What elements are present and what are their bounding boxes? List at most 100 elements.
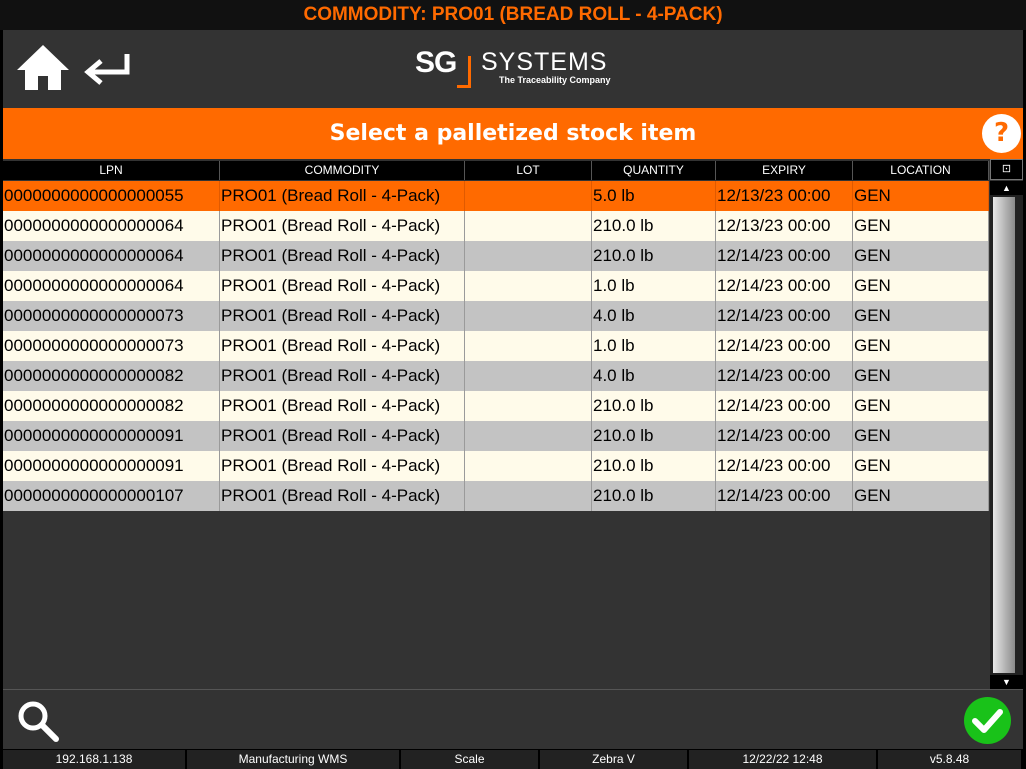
cell-expiry: 12/14/23 00:00 — [716, 271, 853, 301]
table-header: LPN COMMODITY LOT QUANTITY EXPIRY LOCATI… — [3, 161, 989, 180]
table-row[interactable]: 0000000000000000073 PRO01 (Bread Roll - 4… — [3, 331, 989, 361]
logo-tagline: The Traceability Company — [499, 75, 611, 85]
cell-lot — [465, 241, 592, 271]
table-row[interactable]: 0000000000000000082 PRO01 (Bread Roll - 4… — [3, 361, 989, 391]
status-datetime: 12/22/22 12:48 — [689, 750, 878, 769]
cell-quantity: 210.0 lb — [592, 211, 716, 241]
cell-commodity: PRO01 (Bread Roll - 4-Pack) — [220, 451, 465, 481]
column-header-lpn[interactable]: LPN — [3, 161, 220, 180]
cell-expiry: 12/13/23 00:00 — [716, 181, 853, 211]
status-ip: 192.168.1.138 — [3, 750, 187, 769]
cell-lot — [465, 211, 592, 241]
checkmark-icon — [972, 709, 1003, 733]
column-header-quantity[interactable]: QUANTITY — [592, 161, 716, 180]
cell-quantity: 210.0 lb — [592, 451, 716, 481]
cell-lpn: 0000000000000000073 — [3, 301, 220, 331]
table-row[interactable]: 0000000000000000091 PRO01 (Bread Roll - 4… — [3, 451, 989, 481]
cell-commodity: PRO01 (Bread Roll - 4-Pack) — [220, 271, 465, 301]
cell-quantity: 5.0 lb — [592, 181, 716, 211]
cell-commodity: PRO01 (Bread Roll - 4-Pack) — [220, 181, 465, 211]
table-row[interactable]: 0000000000000000082 PRO01 (Bread Roll - 4… — [3, 391, 989, 421]
table-row[interactable]: 0000000000000000073 PRO01 (Bread Roll - 4… — [3, 301, 989, 331]
cell-location: GEN — [853, 451, 989, 481]
cell-expiry: 12/14/23 00:00 — [716, 421, 853, 451]
footer-bar — [3, 689, 1023, 749]
cell-lpn: 0000000000000000064 — [3, 241, 220, 271]
column-header-expiry[interactable]: EXPIRY — [716, 161, 853, 180]
back-arrow-icon — [84, 54, 130, 85]
table-row[interactable]: 0000000000000000064 PRO01 (Bread Roll - 4… — [3, 271, 989, 301]
instruction-banner: Select a palletized stock item ? — [3, 108, 1023, 159]
column-header-commodity[interactable]: COMMODITY — [220, 161, 465, 180]
confirm-button[interactable] — [964, 697, 1011, 744]
help-icon: ? — [993, 118, 1010, 148]
cell-lpn: 0000000000000000082 — [3, 391, 220, 421]
cell-location: GEN — [853, 271, 989, 301]
cell-location: GEN — [853, 481, 989, 511]
cell-commodity: PRO01 (Bread Roll - 4-Pack) — [220, 241, 465, 271]
status-app: Manufacturing WMS — [187, 750, 401, 769]
status-version: v5.8.48 — [878, 750, 1023, 769]
cell-lot — [465, 361, 592, 391]
cell-expiry: 12/14/23 00:00 — [716, 391, 853, 421]
cell-quantity: 1.0 lb — [592, 331, 716, 361]
cell-lpn: 0000000000000000107 — [3, 481, 220, 511]
home-button[interactable] — [15, 42, 71, 94]
scroll-down-icon: ▼ — [1002, 677, 1011, 687]
help-button[interactable]: ? — [982, 114, 1021, 153]
cell-lot — [465, 481, 592, 511]
instruction-text: Select a palletized stock item — [329, 121, 697, 146]
cell-quantity: 210.0 lb — [592, 421, 716, 451]
cell-expiry: 12/14/23 00:00 — [716, 451, 853, 481]
column-chooser-button[interactable]: ⊡ — [990, 159, 1023, 180]
cell-lot — [465, 271, 592, 301]
cell-commodity: PRO01 (Bread Roll - 4-Pack) — [220, 481, 465, 511]
cell-commodity: PRO01 (Bread Roll - 4-Pack) — [220, 421, 465, 451]
cell-lpn: 0000000000000000064 — [3, 271, 220, 301]
status-bar: 192.168.1.138 Manufacturing WMS Scale Ze… — [0, 749, 1026, 769]
table-row[interactable]: 0000000000000000055 PRO01 (Bread Roll - 4… — [3, 181, 989, 211]
cell-expiry: 12/14/23 00:00 — [716, 301, 853, 331]
cell-lot — [465, 301, 592, 331]
scroll-down-button[interactable]: ▼ — [990, 675, 1023, 689]
cell-quantity: 4.0 lb — [592, 361, 716, 391]
cell-lot — [465, 421, 592, 451]
status-scale: Scale — [401, 750, 540, 769]
table-row[interactable]: 0000000000000000107 PRO01 (Bread Roll - 4… — [3, 481, 989, 511]
cell-lot — [465, 181, 592, 211]
cell-quantity: 210.0 lb — [592, 241, 716, 271]
logo-sg: SG — [415, 46, 457, 79]
cell-commodity: PRO01 (Bread Roll - 4-Pack) — [220, 361, 465, 391]
logo-systems: SYSTEMS — [481, 48, 608, 76]
table-scrollbar[interactable]: ▲ ▼ — [990, 181, 1023, 689]
table-row[interactable]: 0000000000000000091 PRO01 (Bread Roll - 4… — [3, 421, 989, 451]
cell-expiry: 12/14/23 00:00 — [716, 241, 853, 271]
home-icon — [17, 45, 69, 90]
column-chooser-icon: ⊡ — [1001, 163, 1012, 175]
cell-commodity: PRO01 (Bread Roll - 4-Pack) — [220, 301, 465, 331]
cell-commodity: PRO01 (Bread Roll - 4-Pack) — [220, 211, 465, 241]
scroll-thumb[interactable] — [993, 197, 1015, 673]
cell-expiry: 12/14/23 00:00 — [716, 331, 853, 361]
column-header-lot[interactable]: LOT — [465, 161, 592, 180]
cell-quantity: 210.0 lb — [592, 481, 716, 511]
back-button[interactable] — [79, 46, 135, 94]
cell-lpn: 0000000000000000091 — [3, 421, 220, 451]
scroll-up-button[interactable]: ▲ — [990, 181, 1023, 195]
cell-location: GEN — [853, 421, 989, 451]
cell-lot — [465, 451, 592, 481]
cell-quantity: 210.0 lb — [592, 391, 716, 421]
cell-quantity: 4.0 lb — [592, 301, 716, 331]
stock-table: LPN COMMODITY LOT QUANTITY EXPIRY LOCATI… — [3, 159, 1023, 689]
status-printer: Zebra V — [540, 750, 689, 769]
cell-commodity: PRO01 (Bread Roll - 4-Pack) — [220, 391, 465, 421]
cell-location: GEN — [853, 181, 989, 211]
table-row[interactable]: 0000000000000000064 PRO01 (Bread Roll - 4… — [3, 241, 989, 271]
column-header-location[interactable]: LOCATION — [853, 161, 989, 180]
scroll-up-icon: ▲ — [1002, 183, 1011, 193]
search-button[interactable] — [15, 698, 61, 744]
cell-commodity: PRO01 (Bread Roll - 4-Pack) — [220, 331, 465, 361]
cell-location: GEN — [853, 361, 989, 391]
cell-lpn: 0000000000000000073 — [3, 331, 220, 361]
table-row[interactable]: 0000000000000000064 PRO01 (Bread Roll - 4… — [3, 211, 989, 241]
